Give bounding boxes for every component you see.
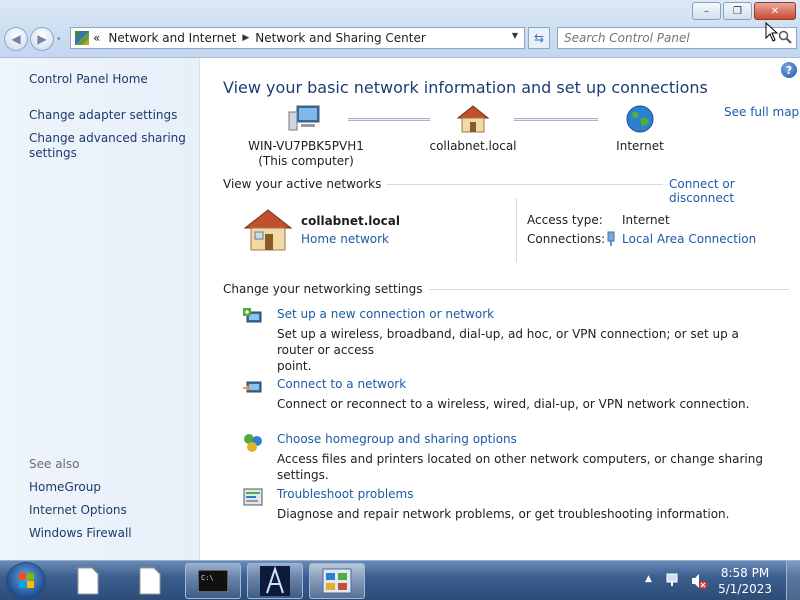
window-controls: – ❐ ✕: [692, 2, 796, 20]
command-prompt-icon: C:\: [198, 570, 228, 592]
taskbar-app-a[interactable]: [247, 563, 303, 599]
breadcrumb-network-and-sharing-center[interactable]: Network and Sharing Center: [255, 31, 426, 45]
windows-logo-icon: [19, 573, 34, 588]
setup-new-connection-desc-line2: point.: [277, 359, 312, 373]
document-icon: [139, 567, 161, 595]
clock-time: 8:58 PM: [720, 566, 770, 580]
refresh-icon: ⇆: [533, 31, 545, 45]
change-advanced-sharing-link[interactable]: Change advanced sharing settings: [29, 131, 186, 161]
computer-icon[interactable]: [287, 104, 321, 134]
show-hidden-icons-button[interactable]: ▲: [645, 574, 652, 584]
clock-date: 5/1/2023: [718, 582, 772, 596]
breadcrumb-separator-icon[interactable]: ▶: [242, 33, 249, 43]
computer-subtitle: (This computer): [258, 154, 354, 168]
network-tray-icon[interactable]: [665, 572, 683, 590]
connect-or-disconnect-link[interactable]: Connect or disconnect: [663, 177, 800, 205]
close-button[interactable]: ✕: [754, 2, 796, 20]
see-also-heading: See also: [29, 457, 80, 471]
homegroup-sharing-link[interactable]: Choose homegroup and sharing options: [277, 432, 517, 446]
search-input[interactable]: [558, 28, 758, 48]
forward-button[interactable]: ▶: [30, 27, 54, 51]
taskbar-command-prompt[interactable]: C:\: [185, 563, 241, 599]
change-advanced-sharing-line2: settings: [29, 146, 77, 160]
address-overflow-chevron[interactable]: «: [93, 31, 100, 45]
start-button[interactable]: [6, 562, 46, 600]
recent-pages-dropdown[interactable]: ▾: [57, 35, 61, 43]
homegroup-link[interactable]: HomeGroup: [29, 480, 101, 495]
setup-new-connection-link[interactable]: Set up a new connection or network: [277, 307, 494, 321]
control-panel-icon: [75, 31, 89, 45]
left-pane: Control Panel Home Change adapter settin…: [0, 58, 200, 560]
system-clock[interactable]: 8:58 PM 5/1/2023: [718, 565, 772, 597]
computer-label: WIN-VU7PBK5PVH1 (This computer): [241, 139, 371, 169]
network-map-label: collabnet.local: [429, 139, 517, 153]
svg-text:C:\: C:\: [201, 574, 214, 582]
back-button[interactable]: ◀: [4, 27, 28, 51]
change-advanced-sharing-line1: Change advanced sharing: [29, 131, 186, 145]
help-icon[interactable]: ?: [781, 62, 797, 78]
map-connector-line: [348, 118, 430, 121]
show-desktop-button[interactable]: [786, 561, 800, 600]
map-connector-line: [514, 118, 598, 121]
active-networks-heading: View your active networks: [223, 177, 388, 191]
refresh-button[interactable]: ⇆: [528, 27, 550, 49]
main-pane: ? View your basic network information an…: [201, 58, 800, 560]
page-title: View your basic network information and …: [223, 78, 708, 97]
address-bar[interactable]: « Network and Internet ▶ Network and Sha…: [70, 27, 525, 49]
internet-globe-icon[interactable]: [625, 104, 655, 134]
search-box[interactable]: [557, 27, 797, 49]
homegroup-sharing-description: Access files and printers located on oth…: [277, 452, 763, 482]
computer-name: WIN-VU7PBK5PVH1: [248, 139, 364, 153]
breadcrumb-network-and-internet[interactable]: Network and Internet: [108, 31, 236, 45]
taskbar-control-panel[interactable]: [309, 563, 365, 599]
ethernet-icon: [607, 231, 615, 246]
change-adapter-settings-link[interactable]: Change adapter settings: [29, 108, 177, 123]
address-dropdown-icon[interactable]: ▼: [512, 31, 518, 40]
search-icon[interactable]: [778, 30, 792, 44]
control-panel-home-link[interactable]: Control Panel Home: [29, 72, 148, 87]
home-network-icon: [243, 209, 293, 251]
connect-to-network-description: Connect or reconnect to a wireless, wire…: [277, 397, 750, 411]
network-house-icon[interactable]: [456, 104, 490, 134]
active-network-name: collabnet.local: [301, 214, 400, 228]
troubleshoot-icon: [243, 488, 263, 506]
internet-map-label: Internet: [616, 139, 664, 153]
connections-label: Connections:: [527, 232, 606, 246]
navigation-buttons: ◀ ▶ ▾: [4, 27, 61, 51]
mouse-cursor-icon: [765, 22, 779, 42]
troubleshoot-problems-description: Diagnose and repair network problems, or…: [277, 507, 730, 521]
windows-firewall-link[interactable]: Windows Firewall: [29, 526, 132, 541]
homegroup-icon: [244, 434, 262, 452]
taskbar-document-2[interactable]: [132, 563, 168, 599]
vertical-divider: [516, 198, 517, 262]
document-icon: [77, 567, 99, 595]
setup-new-connection-description: Set up a wireless, broadband, dial-up, a…: [277, 326, 777, 374]
access-type-value: Internet: [622, 213, 670, 227]
control-panel-window-icon: [322, 568, 352, 594]
troubleshoot-problems-link[interactable]: Troubleshoot problems: [277, 487, 413, 501]
internet-options-link[interactable]: Internet Options: [29, 503, 127, 518]
connect-to-network-icon: [243, 381, 262, 393]
taskbar: C:\ ▲ 8:58 PM 5/1/2023: [0, 560, 800, 600]
see-full-map-link[interactable]: See full map: [724, 105, 799, 119]
home-network-link[interactable]: Home network: [301, 232, 389, 246]
new-connection-icon: [243, 308, 262, 323]
maximize-button[interactable]: ❐: [723, 2, 752, 20]
window-chrome: – ❐ ✕ ◀ ▶ ▾ « Network and Internet ▶ Net…: [0, 0, 800, 58]
volume-muted-icon[interactable]: [690, 572, 708, 590]
connect-to-network-link[interactable]: Connect to a network: [277, 377, 406, 391]
local-area-connection-link[interactable]: Local Area Connection: [622, 232, 756, 246]
access-type-label: Access type:: [527, 213, 603, 227]
taskbar-document-1[interactable]: [70, 563, 106, 599]
setup-new-connection-desc-line1: Set up a wireless, broadband, dial-up, a…: [277, 327, 739, 357]
change-settings-heading: Change your networking settings: [223, 282, 429, 296]
minimize-button[interactable]: –: [692, 2, 721, 20]
app-a-icon: [260, 566, 290, 596]
